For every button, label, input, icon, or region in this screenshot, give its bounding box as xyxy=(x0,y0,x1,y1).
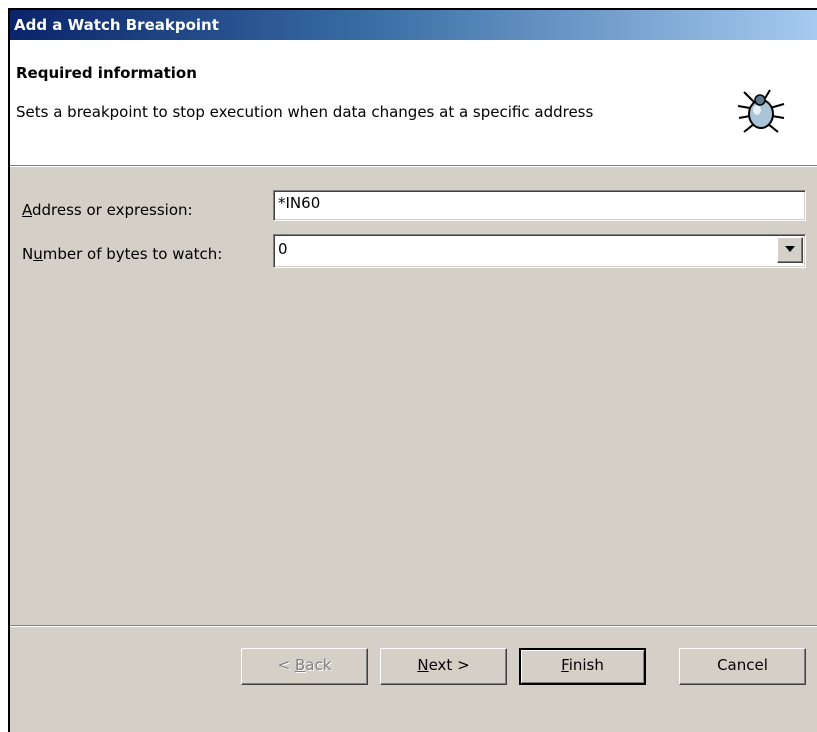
cancel-button[interactable]: Cancel xyxy=(679,648,806,685)
title-bar: Add a Watch Breakpoint xyxy=(10,10,817,40)
bytes-label: Number of bytes to watch: xyxy=(22,245,223,263)
header-description: Sets a breakpoint to stop execution when… xyxy=(16,103,594,121)
bytes-value: 0 xyxy=(278,240,288,258)
window-title: Add a Watch Breakpoint xyxy=(14,16,219,34)
finish-button[interactable]: Finish xyxy=(519,648,646,685)
address-label: Address or expression: xyxy=(22,201,193,219)
bytes-combo[interactable]: 0 xyxy=(273,234,806,268)
watch-breakpoint-dialog: Add a Watch Breakpoint Required informat… xyxy=(8,8,817,732)
dropdown-button[interactable] xyxy=(777,237,803,263)
address-input[interactable] xyxy=(278,194,756,212)
next-button[interactable]: Next > xyxy=(380,648,507,685)
back-button[interactable]: < Back xyxy=(241,648,368,685)
bug-icon xyxy=(737,89,785,133)
header-separator-highlight xyxy=(10,166,817,167)
footer-separator-highlight xyxy=(10,626,817,627)
address-field[interactable] xyxy=(273,190,806,221)
header-panel: Required information Sets a breakpoint t… xyxy=(10,40,817,165)
header-title: Required information xyxy=(16,64,197,82)
chevron-down-icon xyxy=(785,246,795,252)
